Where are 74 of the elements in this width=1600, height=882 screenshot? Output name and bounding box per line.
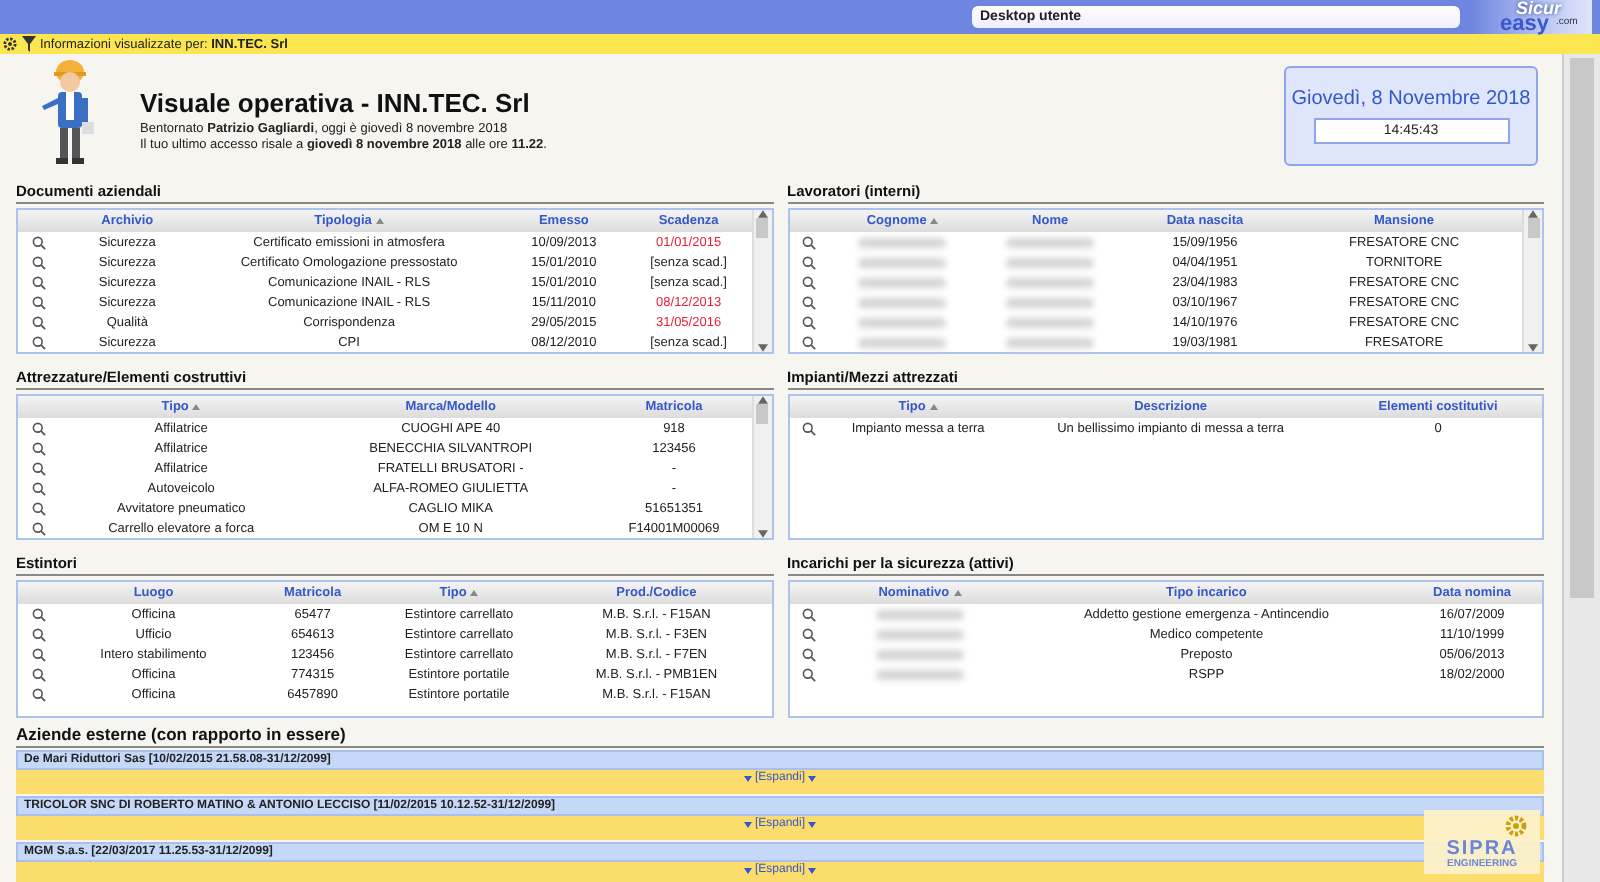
search-icon[interactable]	[802, 315, 816, 329]
blurred-text	[858, 257, 947, 267]
blurred-text	[875, 609, 964, 619]
scroll-down-icon[interactable]	[1528, 344, 1538, 352]
blurred-text	[1006, 337, 1095, 347]
search-icon[interactable]	[802, 235, 816, 249]
blurred-text	[1006, 297, 1095, 307]
caret-icon	[807, 867, 816, 873]
scroll-down-icon[interactable]	[757, 344, 767, 352]
blurred-text	[858, 237, 947, 247]
scrollbar-thumb[interactable]	[756, 404, 768, 424]
search-icon[interactable]	[802, 647, 816, 661]
blurred-text	[875, 669, 964, 679]
blurred-text	[858, 297, 947, 307]
caret-icon	[744, 867, 753, 873]
scrollbar-thumb[interactable]	[1570, 58, 1594, 598]
scrollbar-thumb[interactable]	[1527, 218, 1539, 238]
blurred-text	[875, 649, 964, 659]
search-icon[interactable]	[802, 421, 816, 435]
search-icon[interactable]	[31, 521, 45, 535]
search-icon[interactable]	[802, 335, 816, 349]
blurred-text	[1006, 277, 1095, 287]
blurred-text	[858, 277, 947, 287]
search-icon[interactable]	[31, 335, 45, 349]
date-text: Giovedì, 8 Novembre 2018	[1291, 88, 1531, 110]
search-icon[interactable]	[802, 295, 816, 309]
search-icon[interactable]	[802, 607, 816, 621]
caret-icon	[744, 821, 753, 827]
sort-up-icon	[375, 218, 384, 224]
search-icon[interactable]	[31, 421, 45, 435]
search-icon[interactable]	[31, 647, 45, 661]
scrollbar[interactable]	[751, 396, 771, 538]
search-icon[interactable]	[31, 255, 45, 269]
sort-up-icon	[953, 590, 962, 596]
search-icon[interactable]	[31, 481, 45, 495]
search-icon[interactable]	[31, 235, 45, 249]
blurred-text	[875, 629, 964, 639]
sort-up-icon	[930, 218, 939, 224]
blurred-text	[1006, 257, 1095, 267]
settings-icon[interactable]	[2, 36, 18, 52]
blurred-text	[858, 317, 947, 327]
search-icon[interactable]	[31, 275, 45, 289]
scrollbar[interactable]	[751, 210, 771, 352]
search-icon[interactable]	[802, 667, 816, 681]
search-icon[interactable]	[31, 667, 45, 681]
filter-icon[interactable]	[22, 36, 36, 52]
search-icon[interactable]	[802, 275, 816, 289]
sort-up-icon	[470, 590, 479, 596]
search-icon[interactable]	[31, 315, 45, 329]
caret-icon	[807, 775, 816, 781]
caret-icon	[744, 775, 753, 781]
section-title: Aziende esterne (con rapporto in essere)	[16, 726, 1544, 748]
search-icon[interactable]	[31, 607, 45, 621]
search-icon[interactable]	[31, 627, 45, 641]
search-icon[interactable]	[31, 461, 45, 475]
blurred-text	[1006, 237, 1095, 247]
search-icon[interactable]	[31, 687, 45, 701]
scrollbar-thumb[interactable]	[756, 218, 768, 238]
caret-icon	[807, 821, 816, 827]
page-scrollbar[interactable]	[1562, 54, 1600, 882]
page-title: Visuale operativa - INN.TEC. Srl	[140, 87, 532, 117]
worker-drawing	[36, 54, 100, 169]
blurred-text	[858, 337, 947, 347]
scroll-down-icon[interactable]	[757, 530, 767, 538]
scrollbar[interactable]	[1522, 210, 1542, 352]
search-icon[interactable]	[802, 627, 816, 641]
blurred-text	[1006, 317, 1095, 327]
sort-up-icon	[929, 404, 938, 410]
search-icon[interactable]	[31, 501, 45, 515]
sort-up-icon	[192, 404, 201, 410]
search-icon[interactable]	[31, 295, 45, 309]
search-icon[interactable]	[31, 441, 45, 455]
search-icon[interactable]	[802, 255, 816, 269]
gear-icon	[1504, 814, 1528, 838]
